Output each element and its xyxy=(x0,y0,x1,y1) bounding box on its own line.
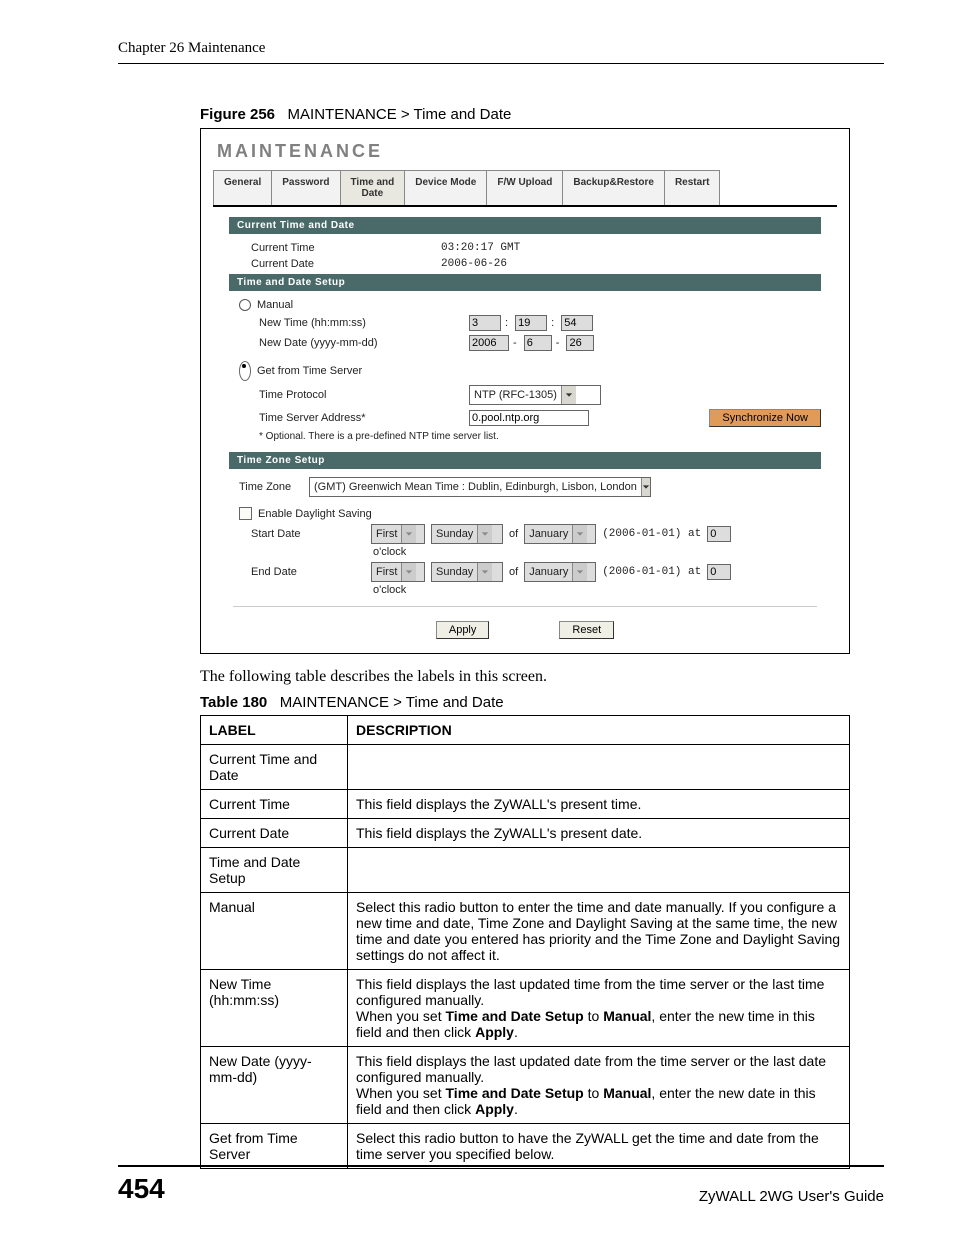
oclock-label: o'clock xyxy=(373,584,406,596)
description-table: LABEL DESCRIPTION Current Time and Date … xyxy=(200,715,850,1169)
tab-time-and-date[interactable]: Time andDate xyxy=(340,170,406,205)
end-date-label: End Date xyxy=(251,566,371,578)
table-row: Time and Date Setup xyxy=(201,848,850,893)
table-row: Current TimeThis field displays the ZyWA… xyxy=(201,790,850,819)
time-zone-label: Time Zone xyxy=(239,481,309,493)
tab-restart[interactable]: Restart xyxy=(664,170,720,205)
table-number: Table 180 xyxy=(200,694,267,711)
time-zone-select[interactable]: (GMT) Greenwich Mean Time : Dublin, Edin… xyxy=(309,477,651,497)
time-server-addr-input[interactable] xyxy=(469,410,589,426)
radio-time-server-label: Get from Time Server xyxy=(257,365,362,377)
new-date-month[interactable] xyxy=(524,335,552,351)
screenshot-frame: MAINTENANCE General Password Time andDat… xyxy=(200,128,850,654)
apply-button[interactable]: Apply xyxy=(436,621,490,639)
oclock-label: o'clock xyxy=(373,546,406,558)
table-title: MAINTENANCE > Time and Date xyxy=(280,694,504,711)
th-label: LABEL xyxy=(201,716,348,745)
chevron-down-icon xyxy=(572,525,587,543)
new-time-hour[interactable] xyxy=(469,315,501,331)
synchronize-now-button[interactable]: Synchronize Now xyxy=(709,409,821,427)
table-row: ManualSelect this radio button to enter … xyxy=(201,893,850,970)
time-protocol-select[interactable]: NTP (RFC-1305) xyxy=(469,385,601,405)
section-zone-heading: Time Zone Setup xyxy=(229,452,821,469)
figure-number: Figure 256 xyxy=(200,106,275,123)
start-hint: (2006-01-01) at xyxy=(602,528,701,540)
panel-divider xyxy=(233,606,817,607)
table-row: New Date (yyyy-mm-dd) This field display… xyxy=(201,1047,850,1124)
tab-device-mode[interactable]: Device Mode xyxy=(404,170,487,205)
section-current-heading: Current Time and Date xyxy=(229,217,821,234)
table-row: Current Time and Date xyxy=(201,745,850,790)
new-date-year[interactable] xyxy=(469,335,509,351)
current-date-value: 2006-06-26 xyxy=(441,258,507,270)
tab-general[interactable]: General xyxy=(213,170,272,205)
end-day-select[interactable]: Sunday xyxy=(431,562,503,582)
start-month-select[interactable]: January xyxy=(524,524,596,544)
radio-manual-label: Manual xyxy=(257,299,293,311)
chevron-down-icon xyxy=(641,478,650,496)
current-date-label: Current Date xyxy=(251,258,441,270)
start-ordinal-select[interactable]: First xyxy=(371,524,425,544)
chevron-down-icon xyxy=(401,525,416,543)
body-text: The following table describes the labels… xyxy=(200,668,884,686)
chevron-down-icon xyxy=(561,386,576,404)
app-title: MAINTENANCE xyxy=(201,137,849,170)
start-day-select[interactable]: Sunday xyxy=(431,524,503,544)
tab-backup-restore[interactable]: Backup&Restore xyxy=(562,170,665,205)
end-hour-input[interactable] xyxy=(707,564,731,580)
current-time-label: Current Time xyxy=(251,242,441,254)
of-label: of xyxy=(509,566,518,578)
radio-manual[interactable] xyxy=(239,299,251,311)
enable-daylight-saving-label: Enable Daylight Saving xyxy=(258,508,372,520)
new-time-sec[interactable] xyxy=(561,315,593,331)
tab-row: General Password Time andDate Device Mod… xyxy=(213,170,837,207)
chapter-label: Chapter 26 Maintenance xyxy=(118,40,884,57)
new-date-day[interactable] xyxy=(566,335,594,351)
new-time-min[interactable] xyxy=(515,315,547,331)
header-rule xyxy=(118,63,884,64)
end-month-select[interactable]: January xyxy=(524,562,596,582)
figure-caption: Figure 256 MAINTENANCE > Time and Date xyxy=(200,106,884,123)
section-setup-heading: Time and Date Setup xyxy=(229,274,821,291)
chevron-down-icon xyxy=(477,563,492,581)
end-ordinal-select[interactable]: First xyxy=(371,562,425,582)
th-description: DESCRIPTION xyxy=(348,716,850,745)
current-time-value: 03:20:17 GMT xyxy=(441,242,520,254)
radio-time-server[interactable] xyxy=(239,361,251,381)
reset-button[interactable]: Reset xyxy=(559,621,614,639)
table-row: New Time (hh:mm:ss) This field displays … xyxy=(201,970,850,1047)
new-time-label: New Time (hh:mm:ss) xyxy=(259,317,469,329)
page-number: 454 xyxy=(118,1173,165,1205)
page-footer: 454 ZyWALL 2WG User's Guide xyxy=(118,1157,884,1205)
time-server-addr-label: Time Server Address* xyxy=(259,412,469,424)
tab-fw-upload[interactable]: F/W Upload xyxy=(486,170,563,205)
tab-password[interactable]: Password xyxy=(271,170,340,205)
figure-title: MAINTENANCE > Time and Date xyxy=(288,106,512,123)
enable-daylight-saving-checkbox[interactable] xyxy=(239,507,252,520)
chevron-down-icon xyxy=(572,563,587,581)
chevron-down-icon xyxy=(477,525,492,543)
table-caption: Table 180 MAINTENANCE > Time and Date xyxy=(200,694,884,711)
start-hour-input[interactable] xyxy=(707,526,731,542)
time-protocol-label: Time Protocol xyxy=(259,389,469,401)
new-date-label: New Date (yyyy-mm-dd) xyxy=(259,337,469,349)
chevron-down-icon xyxy=(401,563,416,581)
guide-title: ZyWALL 2WG User's Guide xyxy=(699,1188,884,1205)
start-date-label: Start Date xyxy=(251,528,371,540)
of-label: of xyxy=(509,528,518,540)
time-server-note: * Optional. There is a pre-defined NTP t… xyxy=(259,431,821,442)
table-row: Current DateThis field displays the ZyWA… xyxy=(201,819,850,848)
end-hint: (2006-01-01) at xyxy=(602,566,701,578)
